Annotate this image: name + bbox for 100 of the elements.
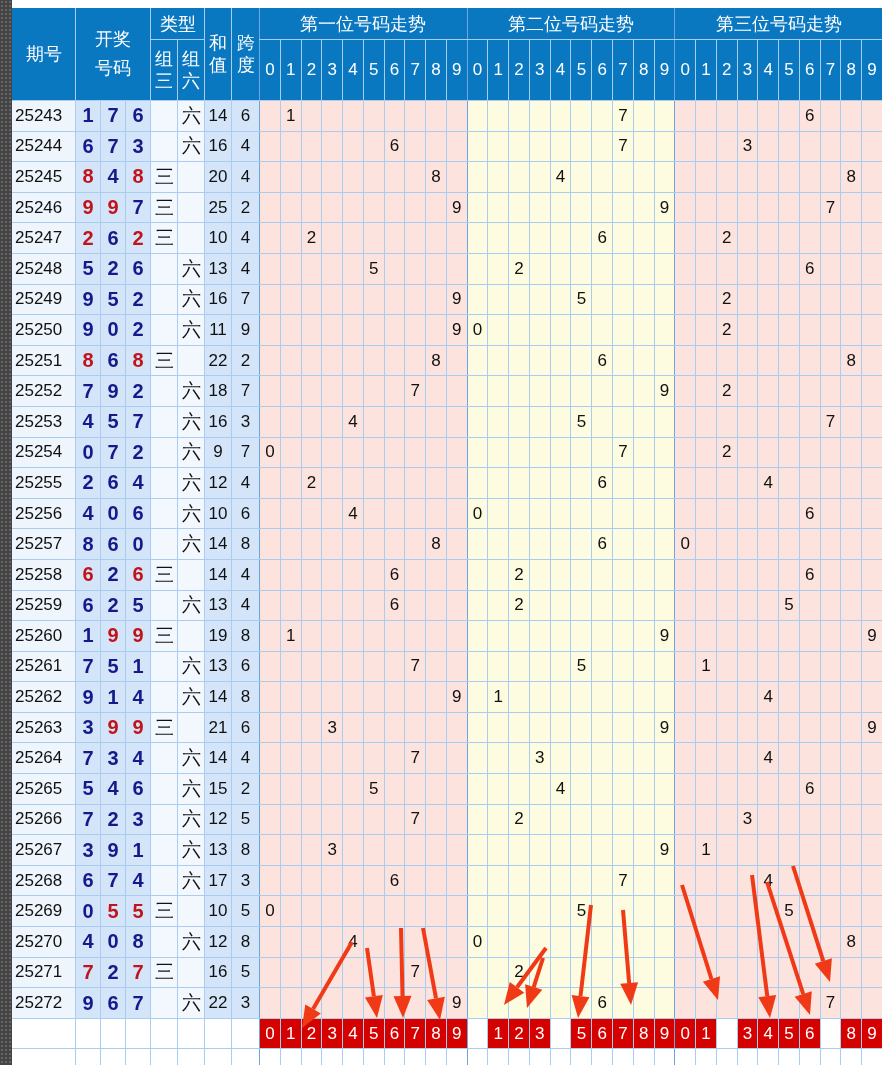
trend-digit: 4 (550, 774, 571, 804)
sum-cell: 22 (205, 345, 231, 376)
type-cell: 三 (151, 192, 177, 223)
trend-digit: 6 (799, 253, 820, 284)
span-cell: 8 (232, 621, 259, 651)
issue-cell: 25248 (12, 253, 75, 284)
sum-cell: 17 (205, 865, 231, 896)
draw-digit: 8 (76, 162, 100, 192)
trend-digit: 7 (405, 743, 426, 774)
draw-digit: 2 (126, 315, 150, 345)
span-cell: 4 (232, 223, 259, 253)
trend-digit: 3 (737, 131, 758, 162)
hit-digit: 4 (343, 1018, 363, 1049)
trend-digit: 0 (467, 927, 488, 957)
trend-digit: 2 (509, 253, 529, 284)
issue-cell: 25270 (12, 927, 75, 957)
draw-digit: 8 (126, 345, 150, 376)
draw-digit: 0 (126, 529, 150, 559)
span-cell: 7 (232, 376, 259, 406)
draw-digit: 3 (76, 712, 100, 743)
hit-digit: 0 (260, 1018, 280, 1049)
type-cell: 三 (151, 896, 177, 927)
issue-cell: 25261 (12, 651, 75, 682)
trend-digit: 7 (405, 651, 426, 682)
trend-digit: 9 (654, 621, 675, 651)
span-cell: 6 (232, 651, 259, 682)
sum-cell: 15 (205, 774, 231, 804)
trend-digit: 7 (820, 192, 841, 223)
draw-digit: 6 (126, 101, 150, 131)
trend-digit: 5 (779, 896, 799, 927)
digit-header: 3 (737, 40, 758, 100)
trend-digit: 8 (841, 162, 862, 192)
trend-digit: 7 (405, 957, 426, 988)
draw-digit: 9 (101, 835, 125, 865)
hit-digit: 2 (509, 1018, 529, 1049)
digit-header: 5 (779, 40, 799, 100)
span-cell: 6 (232, 101, 259, 131)
draw-digit: 6 (76, 131, 100, 162)
sum-cell: 13 (205, 590, 231, 621)
type-cell: 六 (178, 590, 204, 621)
digit-header: 3 (529, 40, 550, 100)
sum-cell: 9 (205, 437, 231, 468)
draw-digit: 9 (101, 712, 125, 743)
issue-cell: 25252 (12, 376, 75, 406)
digit-header: 9 (446, 40, 467, 100)
draw-digit: 8 (76, 345, 100, 376)
sum-cell: 12 (205, 804, 231, 835)
draw-digit: 6 (101, 988, 125, 1018)
digit-header: 7 (820, 40, 841, 100)
draw-digit: 8 (76, 529, 100, 559)
hit-digit: 7 (405, 1018, 426, 1049)
hit-digit: 8 (426, 1018, 446, 1049)
trend-digit: 6 (592, 468, 613, 498)
span-cell: 3 (232, 988, 259, 1018)
issue-cell: 25263 (12, 712, 75, 743)
span-cell: 4 (232, 468, 259, 498)
digit-header: 8 (426, 40, 446, 100)
draw-digit: 0 (101, 927, 125, 957)
hit-digit: 3 (322, 1018, 343, 1049)
digit-header: 8 (841, 40, 862, 100)
sum-cell: 14 (205, 101, 231, 131)
digit-header: 0 (467, 40, 488, 100)
type-cell: 三 (151, 223, 177, 253)
trend-digit: 2 (716, 376, 737, 406)
digit-header: 6 (592, 40, 613, 100)
draw-digit: 9 (126, 712, 150, 743)
draw-digit: 2 (101, 804, 125, 835)
draw-digit: 9 (101, 376, 125, 406)
issue-cell: 25249 (12, 284, 75, 315)
digit-header: 2 (301, 40, 322, 100)
draw-digit: 1 (126, 835, 150, 865)
trend-digit: 9 (446, 315, 467, 345)
digit-header: 4 (343, 40, 363, 100)
type-cell: 六 (178, 927, 204, 957)
trend-digit: 4 (343, 406, 363, 437)
trend-digit: 7 (613, 437, 633, 468)
hit-digit: 5 (363, 1018, 384, 1049)
type-cell: 六 (178, 804, 204, 835)
digit-header: 9 (654, 40, 675, 100)
draw-digit: 6 (76, 590, 100, 621)
issue-cell: 25260 (12, 621, 75, 651)
draw-digit: 7 (126, 988, 150, 1018)
hit-digit: 0 (675, 1018, 696, 1049)
draw-digit: 4 (76, 927, 100, 957)
hit-digit: 3 (737, 1018, 758, 1049)
trend-digit: 9 (862, 712, 882, 743)
type-cell: 三 (151, 559, 177, 590)
type-cell: 三 (151, 712, 177, 743)
trend-digit: 2 (301, 468, 322, 498)
draw-digit: 3 (76, 835, 100, 865)
type-cell: 六 (178, 131, 204, 162)
draw-digit: 0 (101, 315, 125, 345)
trend-digit: 9 (446, 682, 467, 712)
digit-header: 5 (571, 40, 592, 100)
column-header: 组三 (151, 40, 177, 100)
sum-cell: 10 (205, 223, 231, 253)
digit-header: 6 (384, 40, 405, 100)
trend-digit: 4 (758, 743, 779, 774)
sum-cell: 12 (205, 468, 231, 498)
trend-digit: 7 (613, 865, 633, 896)
